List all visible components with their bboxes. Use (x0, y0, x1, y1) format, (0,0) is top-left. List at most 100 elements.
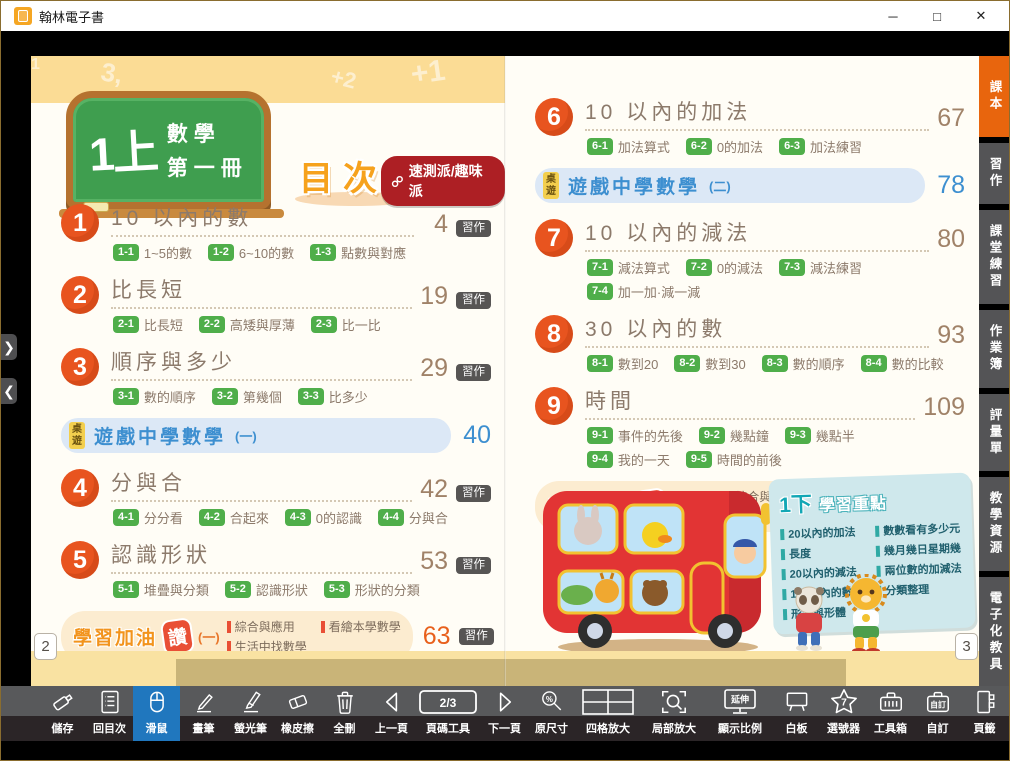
toc-subsection[interactable]: 8-2數到30 (674, 354, 745, 373)
toc-subsection[interactable]: 5-1堆疊與分類 (113, 580, 209, 599)
toc-subsection[interactable]: 8-4數的比較 (861, 354, 944, 373)
eraser-tool-button[interactable]: 橡皮擦 (274, 686, 321, 741)
delete-all-button[interactable]: 全刪 (321, 686, 368, 741)
mouse-tool-button[interactable]: 滑鼠 (133, 686, 180, 741)
horizontal-scrollbar[interactable] (176, 659, 846, 686)
previous-page-button[interactable]: 上一頁 (368, 686, 415, 741)
toc-subsection[interactable]: 2-2高矮與厚薄 (199, 315, 295, 334)
toc-subsection[interactable]: 4-30的認識 (285, 508, 362, 527)
chapter-title[interactable]: 比長短 (111, 279, 186, 302)
toc-subsection[interactable]: 2-1比長短 (113, 315, 183, 334)
toc-subsection[interactable]: 9-5時間的前後 (686, 450, 782, 469)
toc-subsection[interactable]: 4-2合起來 (199, 508, 269, 527)
toc-subsection[interactable]: 9-2幾點鐘 (699, 426, 769, 445)
toc-subsection[interactable]: 8-1數到20 (587, 354, 658, 373)
chapter-page-number[interactable]: 93 (937, 323, 965, 348)
four-grid-zoom-button[interactable]: 四格放大 (575, 686, 641, 741)
chapter-page-number[interactable]: 109 (923, 395, 965, 420)
tab-workbook[interactable]: 習作 (979, 143, 1010, 204)
workbook-badge[interactable]: 習作 (456, 220, 491, 238)
toc-chapter-4[interactable]: 4 分與合 42 習作 4-1分分看4-2合起來4-30的認識4-4分與合 (61, 467, 491, 527)
quick-test-link-button[interactable]: 速測派/趣味派 (381, 156, 505, 206)
toc-chapter-6[interactable]: 6 10 以內的加法 67 6-1加法算式6-20的加法6-3加法練習 (535, 96, 965, 156)
toc-subsection[interactable]: 9-1事件的先後 (587, 426, 683, 445)
panel-expand-button[interactable]: ❯ (1, 334, 17, 360)
region-zoom-button[interactable]: 局部放大 (641, 686, 707, 741)
chapter-page-number[interactable]: 29 (420, 356, 448, 381)
number-picker-button[interactable]: 7 選號器 (820, 686, 867, 741)
chapter-title[interactable]: 認識形狀 (111, 544, 211, 567)
toc-subsection[interactable]: 9-4我的一天 (587, 450, 670, 469)
page-corner-tab-right[interactable]: 3 (955, 633, 978, 660)
toc-subsection[interactable]: 8-3數的順序 (762, 354, 845, 373)
tab-homework-book[interactable]: 作業簿 (979, 310, 1010, 388)
pen-tool-button[interactable]: 畫筆 (180, 686, 227, 741)
tab-digital-tools[interactable]: 電子化教具 (979, 577, 1010, 688)
toc-chapter-3[interactable]: 3 順序與多少 29 習作 3-1數的順序3-2第幾個3-3比多少 (61, 346, 491, 406)
chapter-page-number[interactable]: 42 (420, 477, 448, 502)
back-to-toc-button[interactable]: 回目次 (86, 686, 133, 741)
maximize-button[interactable]: □ (915, 2, 959, 30)
toc-subsection[interactable]: 1-11~5的數 (113, 243, 192, 262)
toc-chapter-7[interactable]: 7 10 以內的減法 80 7-1減法算式7-20的減法7-3減法練習7-4加一… (535, 217, 965, 301)
toc-chapter-9[interactable]: 9 時間 109 9-1事件的先後9-2幾點鐘9-3幾點半9-4我的一天9-5時… (535, 385, 965, 469)
toc-subsection[interactable]: 3-2第幾個 (212, 387, 282, 406)
toc-subsection[interactable]: 6-3加法練習 (779, 137, 862, 156)
chapter-title[interactable]: 時間 (585, 390, 635, 413)
toc-chapter-8[interactable]: 8 30 以內的數 93 8-1數到208-2數到308-3數的順序8-4數的比… (535, 313, 965, 373)
toc-subsection[interactable]: 1-3點數與對應 (310, 243, 406, 262)
toc-subsection[interactable]: 9-3幾點半 (785, 426, 855, 445)
toc-subsection[interactable]: 6-1加法算式 (587, 137, 670, 156)
chapter-page-number[interactable]: 80 (937, 227, 965, 252)
minimize-button[interactable]: ─ (871, 2, 915, 30)
tab-assessment-sheet[interactable]: 評量單 (979, 394, 1010, 472)
toc-subsection[interactable]: 7-4加一加·減一減 (587, 282, 700, 301)
workbook-badge[interactable]: 習作 (459, 628, 494, 646)
boardgame-banner-1[interactable]: 桌遊 遊戲中學數學 (一) 40 (61, 418, 491, 453)
booster-page-number[interactable]: 63 (423, 624, 449, 649)
chapter-title[interactable]: 10 以內的加法 (585, 101, 751, 124)
page-corner-tab-left[interactable]: 2 (34, 633, 57, 660)
chapter-page-number[interactable]: 19 (420, 284, 448, 309)
tab-teaching-resources[interactable]: 教學資源 (979, 477, 1010, 571)
whiteboard-button[interactable]: 白板 (773, 686, 820, 741)
chapter-title[interactable]: 分與合 (111, 472, 186, 495)
chapter-page-number[interactable]: 53 (420, 549, 448, 574)
toc-subsection[interactable]: 4-4分與合 (378, 508, 448, 527)
toc-subsection[interactable]: 7-1減法算式 (587, 258, 670, 277)
toc-subsection[interactable]: 2-3比一比 (311, 315, 381, 334)
toc-chapter-5[interactable]: 5 認識形狀 53 習作 5-1堆疊與分類5-2認識形狀5-3形狀的分類 (61, 539, 491, 599)
boardgame-page-number[interactable]: 40 (463, 423, 491, 448)
original-size-button[interactable]: % 原尺寸 (528, 686, 575, 741)
toc-chapter-2[interactable]: 2 比長短 19 習作 2-1比長短2-2高矮與厚薄2-3比一比 (61, 274, 491, 334)
tab-class-practice[interactable]: 課堂練習 (979, 210, 1010, 304)
panel-collapse-button[interactable]: ❮ (1, 378, 17, 404)
chapter-title[interactable]: 10 以內的數 (111, 207, 252, 230)
toc-subsection[interactable]: 7-3減法練習 (779, 258, 862, 277)
chapter-title[interactable]: 10 以內的減法 (585, 222, 751, 245)
toc-subsection[interactable]: 7-20的減法 (686, 258, 763, 277)
toc-subsection[interactable]: 1-26~10的數 (208, 243, 294, 262)
display-ratio-button[interactable]: 延伸 顯示比例 (707, 686, 773, 741)
toc-chapter-1[interactable]: 1 10 以內的數 4 習作 1-11~5的數1-26~10的數1-3點數與對應 (61, 202, 491, 262)
page-tabs-button[interactable]: 頁籤 (961, 686, 1008, 741)
page-number-tool[interactable]: 2/3 頁碼工具 (415, 686, 481, 741)
workbook-badge[interactable]: 習作 (456, 364, 491, 382)
toc-subsection[interactable]: 4-1分分看 (113, 508, 183, 527)
workbook-badge[interactable]: 習作 (456, 557, 491, 575)
workbook-badge[interactable]: 習作 (456, 292, 491, 310)
tab-textbook[interactable]: 課本 (979, 56, 1010, 137)
highlighter-tool-button[interactable]: 螢光筆 (227, 686, 274, 741)
chapter-page-number[interactable]: 67 (937, 106, 965, 131)
toc-subsection[interactable]: 5-2認識形狀 (225, 580, 308, 599)
toc-subsection[interactable]: 5-3形狀的分類 (324, 580, 420, 599)
close-button[interactable]: ✕ (959, 2, 1003, 30)
toc-subsection[interactable]: 6-20的加法 (686, 137, 763, 156)
chapter-title[interactable]: 30 以內的數 (585, 318, 726, 341)
toc-subsection[interactable]: 3-3比多少 (298, 387, 368, 406)
custom-button[interactable]: 自訂 自訂 (914, 686, 961, 741)
next-page-button[interactable]: 下一頁 (481, 686, 528, 741)
workbook-badge[interactable]: 習作 (456, 485, 491, 503)
toc-subsection[interactable]: 3-1數的順序 (113, 387, 196, 406)
boardgame-banner-2[interactable]: 桌遊 遊戲中學數學 (二) 78 (535, 168, 965, 203)
